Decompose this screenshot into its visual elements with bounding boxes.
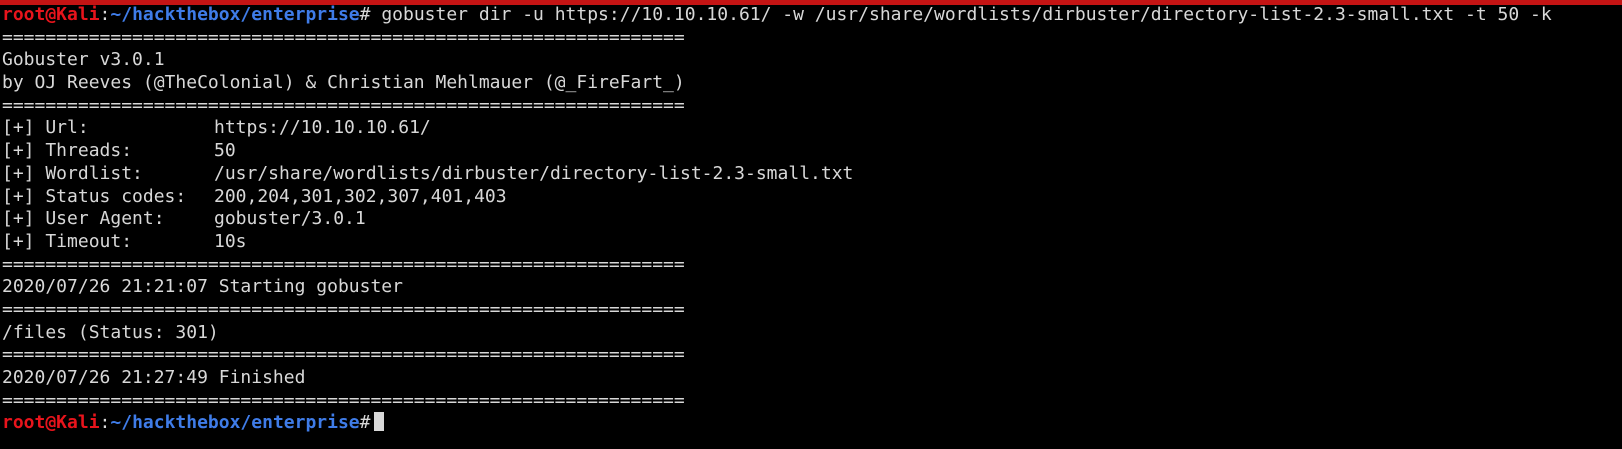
config-row-threads: [+] Threads: 50 bbox=[2, 140, 1552, 163]
terminal-output: root@Kali:~/hackthebox/enterprise# gobus… bbox=[2, 4, 1552, 435]
active-prompt-line[interactable]: root@Kali:~/hackthebox/enterprise# bbox=[2, 412, 1552, 435]
prompt-user-host: root@Kali bbox=[2, 412, 100, 434]
config-value: 50 bbox=[214, 140, 236, 162]
config-row-user-agent: [+] User Agent: gobuster/3.0.1 bbox=[2, 208, 1552, 231]
prompt-user-host: root@Kali bbox=[2, 4, 100, 25]
banner-authors: by OJ Reeves (@TheColonial) & Christian … bbox=[2, 72, 685, 94]
command-line: root@Kali:~/hackthebox/enterprise# gobus… bbox=[2, 4, 1552, 27]
config-value: gobuster/3.0.1 bbox=[214, 208, 366, 230]
config-value: https://10.10.10.61/ bbox=[214, 117, 431, 139]
config-label: [+] Status codes: bbox=[2, 185, 187, 207]
terminal-window[interactable]: root@Kali:~/hackthebox/enterprise# gobus… bbox=[0, 0, 1622, 449]
config-label: [+] Threads: bbox=[2, 140, 133, 162]
separator-line: ========================================… bbox=[2, 94, 685, 116]
config-label: [+] User Agent: bbox=[2, 208, 165, 230]
prompt-path: ~/hackthebox/enterprise bbox=[110, 412, 360, 434]
prompt-symbol: # bbox=[359, 4, 371, 25]
prompt-path: ~/hackthebox/enterprise bbox=[110, 4, 360, 25]
finish-line: 2020/07/26 21:27:49 Finished bbox=[2, 367, 306, 388]
config-label: [+] Timeout: bbox=[2, 230, 133, 252]
config-row-url: [+] Url: https://10.10.10.61/ bbox=[2, 117, 1552, 140]
separator-line: ========================================… bbox=[2, 26, 685, 48]
config-value: 200,204,301,302,307,401,403 bbox=[214, 185, 507, 207]
config-label: [+] Wordlist: bbox=[2, 162, 143, 184]
result-line: /files (Status: 301) bbox=[2, 321, 219, 343]
text-cursor[interactable] bbox=[374, 412, 385, 432]
prompt-colon: : bbox=[99, 4, 111, 25]
start-line: 2020/07/26 21:21:07 Starting gobuster bbox=[2, 276, 403, 298]
config-value: /usr/share/wordlists/dirbuster/directory… bbox=[214, 162, 854, 184]
config-value: 10s bbox=[214, 230, 247, 252]
config-row-timeout: [+] Timeout: 10s bbox=[2, 231, 1552, 254]
banner-version: Gobuster v3.0.1 bbox=[2, 49, 165, 71]
prompt-symbol: # bbox=[359, 412, 371, 434]
config-row-wordlist: [+] Wordlist: /usr/share/wordlists/dirbus… bbox=[2, 163, 1552, 186]
prompt-colon: : bbox=[99, 412, 111, 434]
command-text: gobuster dir -u https://10.10.10.61/ -w … bbox=[370, 4, 1552, 25]
separator-line: ========================================… bbox=[2, 298, 685, 320]
separator-line: ========================================… bbox=[2, 389, 685, 411]
separator-line: ========================================… bbox=[2, 344, 685, 366]
config-label: [+] Url: bbox=[2, 117, 89, 139]
config-row-status-codes: [+] Status codes: 200,204,301,302,307,401… bbox=[2, 186, 1552, 209]
separator-line: ========================================… bbox=[2, 253, 685, 275]
